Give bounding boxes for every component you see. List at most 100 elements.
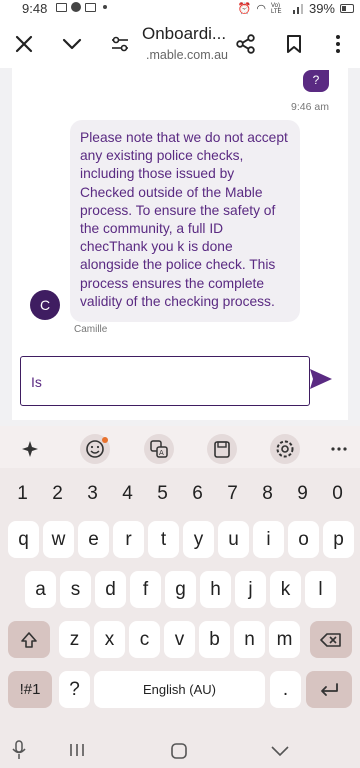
recent-apps-icon <box>70 744 84 756</box>
avatar: C <box>30 290 60 320</box>
network-label: Vo) LTE <box>270 2 282 15</box>
send-icon <box>310 369 332 389</box>
key-d[interactable]: d <box>95 571 126 608</box>
voice-input-button[interactable] <box>12 740 26 765</box>
more-vertical-icon <box>336 35 340 53</box>
share-button[interactable] <box>232 30 260 58</box>
key-f[interactable]: f <box>130 571 161 608</box>
notification-dot <box>102 437 108 443</box>
key-q[interactable]: q <box>8 521 39 558</box>
emoji-button[interactable] <box>80 434 110 464</box>
key-u[interactable]: u <box>218 521 249 558</box>
alarm-icon: ⏰ <box>237 3 252 15</box>
question-key[interactable]: ? <box>59 671 90 708</box>
key-7[interactable]: 7 <box>216 475 249 512</box>
key-5[interactable]: 5 <box>146 475 179 512</box>
backspace-icon <box>320 632 341 647</box>
chevron-down-icon <box>62 38 82 50</box>
status-bar: 9:48 ⏰ ◠ Vo) LTE 39% <box>0 0 360 20</box>
key-4[interactable]: 4 <box>111 475 144 512</box>
key-p[interactable]: p <box>323 521 354 558</box>
translate-button[interactable]: A <box>144 434 174 464</box>
chevron-down-icon <box>271 746 289 757</box>
home-button[interactable] <box>170 742 188 765</box>
svg-text:A: A <box>159 449 164 457</box>
microphone-icon <box>12 740 26 759</box>
status-time: 9:48 <box>22 1 48 16</box>
period-key[interactable]: . <box>270 671 301 708</box>
key-g[interactable]: g <box>165 571 196 608</box>
keyboard-settings-button[interactable] <box>270 434 300 464</box>
ai-tools-button[interactable] <box>16 434 46 464</box>
key-w[interactable]: w <box>43 521 74 558</box>
key-v[interactable]: v <box>164 621 195 658</box>
more-icon <box>331 447 347 451</box>
bookmark-icon <box>287 35 301 53</box>
page-title: Onboardi... <box>142 24 227 43</box>
key-i[interactable]: i <box>253 521 284 558</box>
message-composer[interactable] <box>20 356 310 406</box>
key-8[interactable]: 8 <box>251 475 284 512</box>
key-x[interactable]: x <box>94 621 125 658</box>
key-j[interactable]: j <box>235 571 266 608</box>
recent-apps-button[interactable] <box>68 742 86 763</box>
settings-icon <box>276 440 294 458</box>
key-s[interactable]: s <box>60 571 91 608</box>
close-icon <box>15 35 33 53</box>
hide-keyboard-button[interactable] <box>270 744 290 762</box>
enter-key[interactable] <box>306 671 352 708</box>
shift-icon <box>21 631 37 648</box>
key-l[interactable]: l <box>305 571 336 608</box>
agent-name: Camille <box>74 324 108 335</box>
user-message-bubble: ? <box>303 70 329 92</box>
key-r[interactable]: r <box>113 521 144 558</box>
menu-button[interactable] <box>324 30 352 58</box>
site-settings-button[interactable] <box>106 30 134 58</box>
send-button[interactable] <box>308 366 334 392</box>
key-6[interactable]: 6 <box>181 475 214 512</box>
keyboard-toolbar: A <box>0 426 360 468</box>
symbols-key[interactable]: !#1 <box>8 671 52 708</box>
key-b[interactable]: b <box>199 621 230 658</box>
browser-toolbar: Onboardi... .mable.com.au <box>0 20 360 68</box>
notification-icons <box>56 2 107 12</box>
key-h[interactable]: h <box>200 571 231 608</box>
sparkle-icon <box>22 441 38 457</box>
chat-area: ? 9:46 am Please note that we do not acc… <box>0 68 360 426</box>
key-k[interactable]: k <box>270 571 301 608</box>
key-0[interactable]: 0 <box>321 475 354 512</box>
key-a[interactable]: a <box>25 571 56 608</box>
key-o[interactable]: o <box>288 521 319 558</box>
facebook-icon <box>71 2 81 12</box>
key-z[interactable]: z <box>59 621 90 658</box>
key-m[interactable]: m <box>269 621 300 658</box>
space-key[interactable]: English (AU) <box>94 671 265 708</box>
wifi-icon: ◠ <box>256 3 266 15</box>
message-input[interactable] <box>31 371 291 393</box>
backspace-key[interactable] <box>310 621 352 658</box>
user-message-time: 9:46 am <box>291 101 329 113</box>
page-url: .mable.com.au <box>146 48 228 62</box>
key-c[interactable]: c <box>129 621 160 658</box>
key-9[interactable]: 9 <box>286 475 319 512</box>
key-n[interactable]: n <box>234 621 265 658</box>
keyboard: A 1 2 3 4 5 6 7 8 9 0 q w e r t y u i o p a s d f g h j k l z x c v b n m !#… <box>0 426 360 734</box>
key-3[interactable]: 3 <box>76 475 109 512</box>
keyboard-more-button[interactable] <box>324 434 354 464</box>
key-y[interactable]: y <box>183 521 214 558</box>
key-2[interactable]: 2 <box>41 475 74 512</box>
collapse-button[interactable] <box>58 30 86 58</box>
enter-icon <box>321 682 338 696</box>
close-button[interactable] <box>10 30 38 58</box>
navigation-bar <box>0 734 360 768</box>
site-settings-icon <box>112 36 128 52</box>
key-e[interactable]: e <box>78 521 109 558</box>
clipboard-button[interactable] <box>207 434 237 464</box>
bookmark-button[interactable] <box>280 30 308 58</box>
chat-panel: ? 9:46 am Please note that we do not acc… <box>12 68 348 420</box>
battery-percent: 39% <box>308 1 335 16</box>
gallery-icon <box>85 2 96 12</box>
key-1[interactable]: 1 <box>6 475 39 512</box>
key-t[interactable]: t <box>148 521 179 558</box>
shift-key[interactable] <box>8 621 50 658</box>
